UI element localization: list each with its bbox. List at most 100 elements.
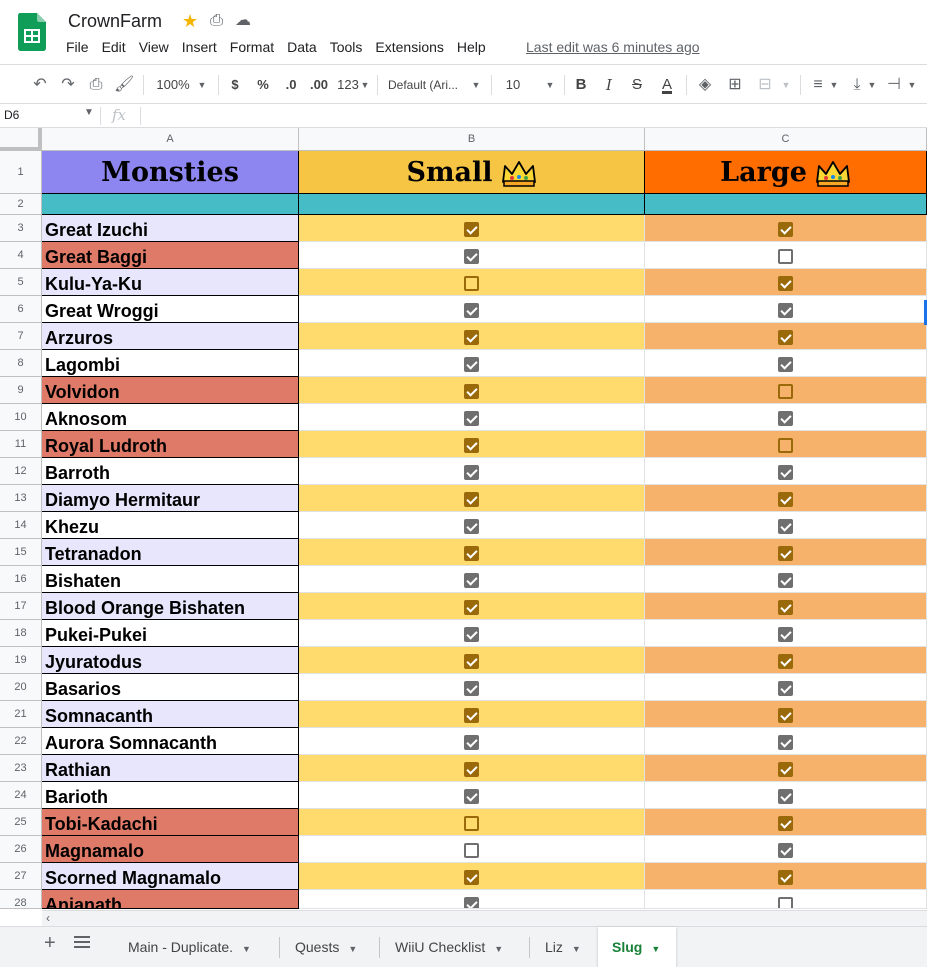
header-cell-monsties[interactable]: Monsties — [42, 151, 299, 194]
v-align-caret-icon[interactable]: ▼ — [866, 73, 878, 97]
small-crown-cell[interactable] — [299, 755, 645, 782]
header-cell-small[interactable]: Small — [299, 151, 645, 194]
large-crown-cell[interactable] — [645, 674, 927, 701]
monstie-name-cell[interactable]: Royal Ludroth — [42, 431, 299, 458]
small-checkbox[interactable] — [464, 681, 479, 696]
tab-caret-icon[interactable]: ▼ — [651, 944, 660, 954]
monstie-name-cell[interactable]: Aurora Somnacanth — [42, 728, 299, 755]
small-checkbox[interactable] — [464, 438, 479, 453]
sheets-logo-icon[interactable] — [18, 13, 46, 51]
small-crown-cell[interactable] — [299, 215, 645, 242]
small-checkbox[interactable] — [464, 789, 479, 804]
h-align-caret-icon[interactable]: ▼ — [828, 73, 840, 97]
small-crown-cell[interactable] — [299, 458, 645, 485]
large-crown-cell[interactable] — [645, 215, 927, 242]
wrap-caret-icon[interactable]: ▼ — [906, 73, 918, 97]
font-size-select[interactable]: 10 — [500, 73, 526, 97]
large-crown-cell[interactable] — [645, 350, 927, 377]
small-checkbox[interactable] — [464, 357, 479, 372]
monstie-name-cell[interactable]: Tetranadon — [42, 539, 299, 566]
small-checkbox[interactable] — [464, 897, 479, 908]
small-crown-cell[interactable] — [299, 782, 645, 809]
large-checkbox[interactable] — [778, 789, 793, 804]
monstie-name-cell[interactable]: Kulu-Ya-Ku — [42, 269, 299, 296]
spacer-cell[interactable] — [42, 194, 299, 215]
row-header[interactable]: 17 — [0, 593, 42, 620]
large-checkbox[interactable] — [778, 438, 793, 453]
horizontal-scrollbar[interactable]: ‹ — [42, 910, 927, 926]
font-size-caret-icon[interactable]: ▼ — [544, 73, 556, 97]
small-checkbox[interactable] — [464, 708, 479, 723]
small-crown-cell[interactable] — [299, 674, 645, 701]
row-header[interactable]: 11 — [0, 431, 42, 458]
row-header[interactable]: 1 — [0, 151, 42, 194]
large-checkbox[interactable] — [778, 303, 793, 318]
menu-edit[interactable]: Edit — [102, 39, 126, 55]
merge-cells-icon[interactable]: ⊟ — [754, 73, 776, 97]
large-crown-cell[interactable] — [645, 323, 927, 350]
large-crown-cell[interactable] — [645, 863, 927, 890]
large-crown-cell[interactable] — [645, 485, 927, 512]
row-header[interactable]: 16 — [0, 566, 42, 593]
small-crown-cell[interactable] — [299, 242, 645, 269]
menu-tools[interactable]: Tools — [330, 39, 363, 55]
redo-icon[interactable]: ↷ — [58, 73, 78, 97]
zoom-select[interactable]: 100% — [152, 73, 194, 97]
large-crown-cell[interactable] — [645, 782, 927, 809]
menu-view[interactable]: View — [139, 39, 169, 55]
small-checkbox[interactable] — [464, 600, 479, 615]
large-crown-cell[interactable] — [645, 890, 927, 909]
small-crown-cell[interactable] — [299, 593, 645, 620]
small-checkbox[interactable] — [464, 654, 479, 669]
large-crown-cell[interactable] — [645, 458, 927, 485]
large-crown-cell[interactable] — [645, 431, 927, 458]
spacer-cell[interactable] — [645, 194, 927, 215]
menu-help[interactable]: Help — [457, 39, 486, 55]
column-header-b[interactable]: B — [299, 128, 645, 151]
menu-data[interactable]: Data — [287, 39, 317, 55]
font-select[interactable]: Default (Ari... — [388, 73, 468, 97]
large-checkbox[interactable] — [778, 276, 793, 291]
monstie-name-cell[interactable]: Arzuros — [42, 323, 299, 350]
large-checkbox[interactable] — [778, 573, 793, 588]
number-format-caret-icon[interactable]: ▼ — [360, 73, 370, 97]
row-header[interactable]: 6 — [0, 296, 42, 323]
small-crown-cell[interactable] — [299, 728, 645, 755]
menu-extensions[interactable]: Extensions — [375, 39, 443, 55]
large-crown-cell[interactable] — [645, 539, 927, 566]
monstie-name-cell[interactable]: Jyuratodus — [42, 647, 299, 674]
small-crown-cell[interactable] — [299, 809, 645, 836]
borders-icon[interactable]: ⊞ — [724, 73, 746, 97]
row-header[interactable]: 21 — [0, 701, 42, 728]
monstie-name-cell[interactable]: Rathian — [42, 755, 299, 782]
large-crown-cell[interactable] — [645, 836, 927, 863]
text-color-button[interactable]: A — [656, 73, 678, 97]
large-crown-cell[interactable] — [645, 620, 927, 647]
tab-wiiu-checklist[interactable]: WiiU Checklist ▼ — [381, 927, 527, 967]
tab-caret-icon[interactable]: ▼ — [242, 944, 251, 954]
small-checkbox[interactable] — [464, 384, 479, 399]
small-checkbox[interactable] — [464, 303, 479, 318]
large-checkbox[interactable] — [778, 708, 793, 723]
small-crown-cell[interactable] — [299, 836, 645, 863]
large-checkbox[interactable] — [778, 465, 793, 480]
monstie-name-cell[interactable]: Great Wroggi — [42, 296, 299, 323]
small-checkbox[interactable] — [464, 465, 479, 480]
row-header[interactable]: 5 — [0, 269, 42, 296]
small-crown-cell[interactable] — [299, 620, 645, 647]
text-wrapping-icon[interactable]: ⊣ — [884, 73, 904, 97]
fill-color-icon[interactable]: ◈ — [694, 73, 716, 97]
large-checkbox[interactable] — [778, 492, 793, 507]
large-crown-cell[interactable] — [645, 269, 927, 296]
row-header[interactable]: 27 — [0, 863, 42, 890]
undo-icon[interactable]: ↶ — [30, 73, 50, 97]
large-checkbox[interactable] — [778, 519, 793, 534]
small-checkbox[interactable] — [464, 330, 479, 345]
small-crown-cell[interactable] — [299, 701, 645, 728]
merge-caret-icon[interactable]: ▼ — [780, 73, 792, 97]
large-checkbox[interactable] — [778, 735, 793, 750]
currency-format-button[interactable]: $ — [226, 73, 244, 97]
row-header[interactable]: 7 — [0, 323, 42, 350]
row-header[interactable]: 25 — [0, 809, 42, 836]
small-crown-cell[interactable] — [299, 485, 645, 512]
